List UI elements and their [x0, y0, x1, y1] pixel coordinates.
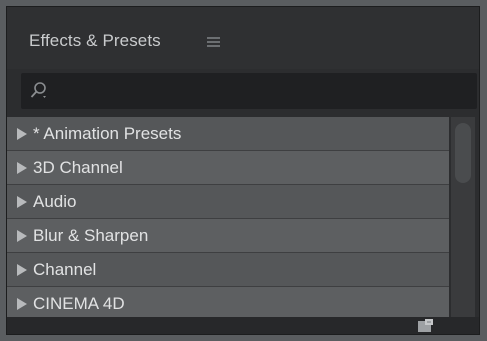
list-item-label: 3D Channel — [33, 158, 123, 177]
search-icon[interactable] — [29, 81, 51, 101]
list-item-audio[interactable]: Audio — [7, 185, 449, 219]
panel-title: Effects & Presets — [29, 31, 161, 50]
vertical-scrollbar[interactable] — [451, 117, 475, 322]
expand-arrow-icon[interactable] — [17, 128, 27, 140]
list-item-channel[interactable]: Channel — [7, 253, 449, 287]
list-item-3d-channel[interactable]: 3D Channel — [7, 151, 449, 185]
list-item-cinema-4d[interactable]: CINEMA 4D — [7, 287, 449, 317]
list-item-label: * Animation Presets — [33, 124, 182, 143]
hamburger-menu-icon[interactable] — [207, 37, 220, 47]
search-input[interactable] — [21, 73, 477, 109]
list-item-animation-presets[interactable]: * Animation Presets — [7, 117, 449, 151]
list-item-label: Channel — [33, 260, 97, 279]
panel-header: Effects & Presets — [7, 7, 479, 69]
panel-footer — [7, 317, 479, 334]
scrollbar-thumb[interactable] — [455, 123, 471, 183]
expand-arrow-icon[interactable] — [17, 298, 27, 310]
effects-presets-panel: Effects & Presets * Animation Presets 3D… — [6, 6, 480, 335]
expand-arrow-icon[interactable] — [17, 230, 27, 242]
list-item-label: Blur & Sharpen — [33, 226, 149, 245]
effects-list: * Animation Presets 3D Channel Audio Blu… — [7, 117, 449, 317]
list-item-blur-sharpen[interactable]: Blur & Sharpen — [7, 219, 449, 253]
expand-arrow-icon[interactable] — [17, 196, 27, 208]
list-item-label: Audio — [33, 192, 77, 211]
expand-arrow-icon[interactable] — [17, 162, 27, 174]
expand-arrow-icon[interactable] — [17, 264, 27, 276]
list-item-label: CINEMA 4D — [33, 294, 125, 313]
new-folder-icon[interactable] — [417, 319, 433, 333]
